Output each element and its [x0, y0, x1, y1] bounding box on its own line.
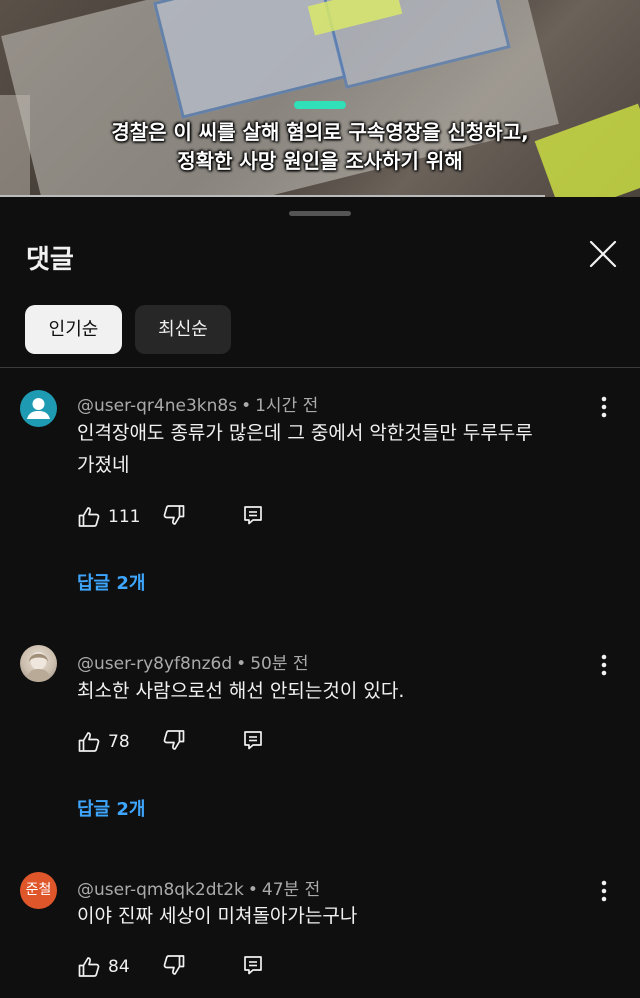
- like-button[interactable]: 84: [77, 953, 130, 981]
- close-button[interactable]: [586, 237, 620, 271]
- sheet-drag-handle[interactable]: [289, 211, 351, 216]
- sheet-title: 댓글: [26, 245, 74, 275]
- video-player[interactable]: 경찰은 이 씨를 살해 혐의로 구속영장을 신청하고, 정확한 사망 원인을 조…: [0, 0, 640, 197]
- thumbs-down-icon: [163, 730, 185, 750]
- like-count: 84: [108, 957, 130, 977]
- comment-author[interactable]: @user-qr4ne3kn8s: [77, 396, 237, 416]
- divider: [0, 367, 640, 368]
- comment-meta: @user-qm8qk2dt2k • 47분 전: [77, 880, 321, 900]
- comment-meta: @user-qr4ne3kn8s • 1시간 전: [77, 396, 319, 416]
- default-person-icon: [27, 398, 50, 419]
- view-replies-button[interactable]: 답글 2개: [77, 795, 145, 821]
- like-button[interactable]: 111: [77, 503, 140, 531]
- reply-button[interactable]: [241, 953, 269, 981]
- reply-button[interactable]: [241, 728, 269, 756]
- thumbs-down-icon: [163, 505, 185, 525]
- caption-accent-bar: [294, 101, 346, 109]
- avatar[interactable]: [20, 390, 57, 427]
- comments-sheet: 댓글 인기순 최신순 @user-qr4ne3kn8s • 1시간 전 인격장애도 …: [0, 197, 640, 998]
- thumbs-up-icon: [78, 732, 100, 752]
- comment-text-line: 가졌네: [77, 454, 130, 476]
- sort-chip-popular[interactable]: 인기순: [25, 305, 122, 354]
- comment-time: 47분 전: [261, 880, 321, 900]
- comment-time: 1시간 전: [255, 396, 319, 416]
- video-caption: 경찰은 이 씨를 살해 혐의로 구속영장을 신청하고, 정확한 사망 원인을 조…: [0, 118, 640, 176]
- reply-comment-icon: [244, 506, 262, 525]
- reply-comment-icon: [244, 731, 262, 750]
- dislike-button[interactable]: [162, 953, 190, 981]
- view-replies-button[interactable]: 답글 2개: [77, 569, 145, 595]
- comment-time: 50분 전: [250, 654, 309, 674]
- caption-line-2: 정확한 사망 원인을 조사하기 위해: [177, 149, 463, 173]
- thumbs-up-icon: [78, 957, 100, 977]
- comment-meta: @user-ry8yf8nz6d • 50분 전: [77, 654, 309, 674]
- sort-chip-newest[interactable]: 최신순: [135, 305, 231, 354]
- comment-author[interactable]: @user-ry8yf8nz6d: [77, 654, 232, 674]
- like-count: 111: [108, 507, 141, 527]
- comment-text-line: 인격장애도 종류가 많은데 그 중에서 악한것들만 두루두루: [77, 422, 533, 444]
- close-icon: [589, 240, 617, 268]
- like-count: 78: [108, 732, 130, 752]
- reply-button[interactable]: [241, 503, 269, 531]
- dislike-button[interactable]: [162, 728, 190, 756]
- like-button[interactable]: 78: [77, 728, 130, 756]
- dislike-button[interactable]: [162, 503, 190, 531]
- avatar[interactable]: 준철: [20, 872, 57, 909]
- comment-text: 인격장애도 종류가 많은데 그 중에서 악한것들만 두루두루 가졌네: [77, 417, 597, 481]
- reply-comment-icon: [244, 956, 262, 975]
- avatar[interactable]: [20, 645, 57, 682]
- avatar-photo-icon: [26, 652, 51, 682]
- caption-line-1: 경찰은 이 씨를 살해 혐의로 구속영장을 신청하고,: [111, 120, 529, 144]
- thumbs-up-icon: [78, 507, 100, 527]
- thumbs-down-icon: [163, 955, 185, 975]
- comment-text: 이야 진짜 세상이 미쳐돌아가는구나: [77, 905, 358, 927]
- comment-author[interactable]: @user-qm8qk2dt2k: [77, 880, 244, 900]
- comment-text: 최소한 사람으로선 해선 안되는것이 있다.: [77, 680, 405, 702]
